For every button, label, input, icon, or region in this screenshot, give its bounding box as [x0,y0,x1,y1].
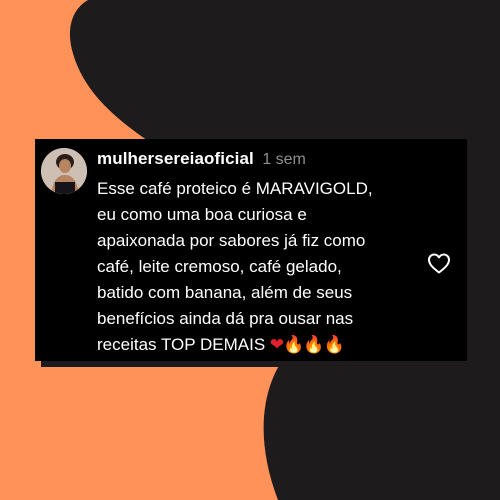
comment-line: benefícios ainda dá pra ousar nas [97,309,354,328]
comment-time[interactable]: 1 sem [262,151,306,168]
comment-header: mulhersereiaoficial 1 sem [97,149,306,169]
fire-emoji: 🔥 [303,335,324,354]
heart-outline-icon [428,253,450,274]
comment-line: batido com banana, além de seus [97,283,353,302]
comment-line: eu como uma boa curiosa e [97,205,307,224]
comment-line-text: receitas TOP DEMAIS [97,335,266,354]
emoji-group: ❤🔥🔥🔥 [269,335,345,354]
user-avatar[interactable] [41,148,87,194]
instagram-comment-card: mulhersereiaoficial 1 sem Esse café prot… [35,139,467,361]
comment-body: Esse café proteico é MARAVIGOLD, eu como… [97,176,442,358]
heart-emoji: ❤ [269,335,284,354]
username-link[interactable]: mulhersereiaoficial [97,149,254,168]
comment-line-last: receitas TOP DEMAIS ❤🔥🔥🔥 [97,332,442,358]
comment-line: café, leite cremoso, café gelado, [97,257,342,276]
like-comment-button[interactable] [427,252,451,274]
comment-line: apaixonada por sabores já fiz como [97,231,366,250]
fire-emoji: 🔥 [323,335,345,354]
fire-emoji: 🔥 [283,335,304,354]
comment-line: Esse café proteico é MARAVIGOLD, [97,179,373,198]
avatar-photo-icon [41,148,87,194]
